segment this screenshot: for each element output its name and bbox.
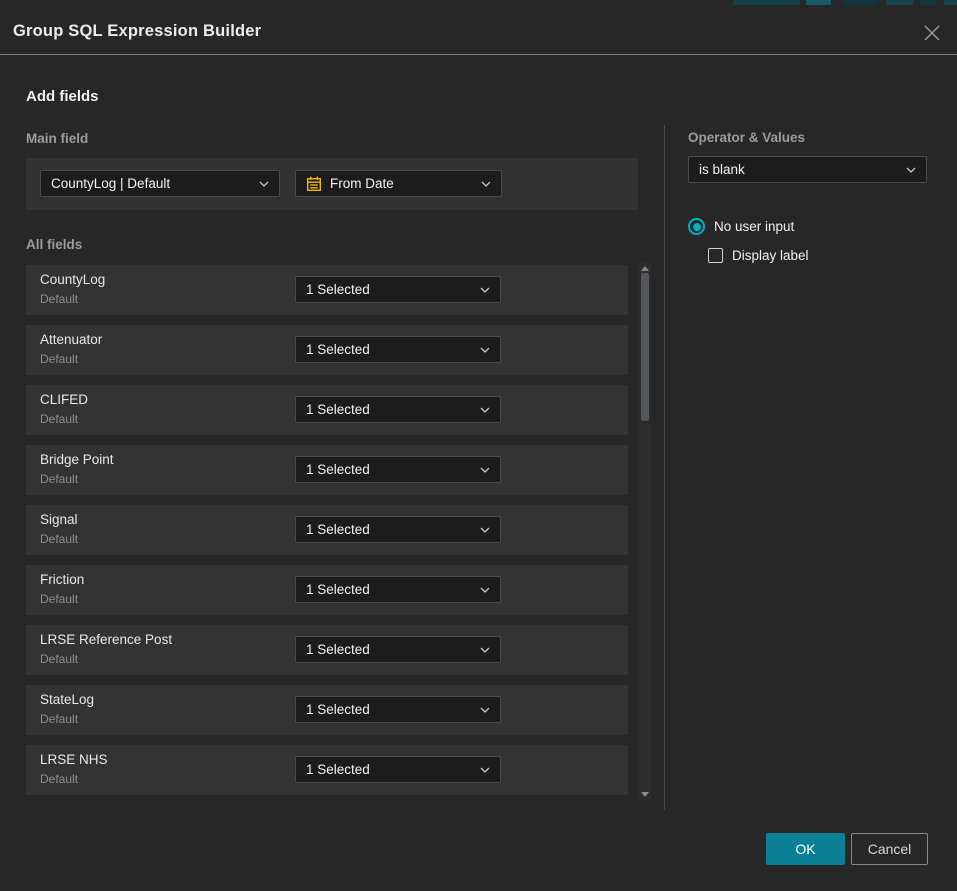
main-field-panel: CountyLog | Default From Date: [26, 158, 638, 210]
cancel-button[interactable]: Cancel: [851, 833, 928, 865]
no-user-input-label: No user input: [714, 219, 794, 234]
field-selected-dropdown[interactable]: 1 Selected: [295, 336, 501, 363]
field-selected-dropdown[interactable]: 1 Selected: [295, 696, 501, 723]
dialog-title: Group SQL Expression Builder: [13, 22, 261, 41]
field-sublabel: Default: [40, 592, 78, 606]
field-selected-dropdown[interactable]: 1 Selected: [295, 456, 501, 483]
field-selected-dropdown[interactable]: 1 Selected: [295, 636, 501, 663]
chevron-down-icon: [480, 707, 490, 713]
field-sublabel: Default: [40, 712, 78, 726]
layer-dropdown-value: CountyLog | Default: [51, 176, 170, 191]
close-button[interactable]: [918, 19, 946, 47]
scroll-up-icon[interactable]: [641, 266, 649, 271]
scroll-down-icon[interactable]: [641, 792, 649, 797]
chevron-down-icon: [259, 181, 269, 187]
display-label-checkbox[interactable]: Display label: [708, 248, 809, 263]
group-sql-expression-builder-dialog: Group SQL Expression Builder Add fields …: [0, 0, 957, 891]
operator-values-label: Operator & Values: [688, 130, 805, 145]
chevron-down-icon: [480, 347, 490, 353]
field-name: Signal: [40, 512, 78, 527]
chevron-down-icon: [480, 587, 490, 593]
field-row: StateLog Default 1 Selected: [26, 685, 628, 735]
operator-dropdown-value: is blank: [699, 162, 745, 177]
all-fields-label: All fields: [26, 237, 82, 252]
field-selected-dropdown[interactable]: 1 Selected: [295, 756, 501, 783]
operator-dropdown[interactable]: is blank: [688, 156, 927, 183]
close-icon: [922, 23, 942, 43]
field-sublabel: Default: [40, 652, 78, 666]
field-selected-value: 1 Selected: [306, 582, 370, 597]
field-sublabel: Default: [40, 472, 78, 486]
field-row: Friction Default 1 Selected: [26, 565, 628, 615]
field-selected-dropdown[interactable]: 1 Selected: [295, 516, 501, 543]
field-row: LRSE NHS Default 1 Selected: [26, 745, 628, 795]
field-selected-value: 1 Selected: [306, 282, 370, 297]
checkbox-unchecked-icon: [708, 248, 723, 263]
field-dropdown-value: From Date: [330, 176, 394, 191]
field-selected-value: 1 Selected: [306, 642, 370, 657]
field-dropdown[interactable]: From Date: [295, 170, 502, 197]
field-selected-value: 1 Selected: [306, 762, 370, 777]
field-selected-dropdown[interactable]: 1 Selected: [295, 396, 501, 423]
chevron-down-icon: [481, 181, 491, 187]
field-sublabel: Default: [40, 352, 78, 366]
field-sublabel: Default: [40, 532, 78, 546]
layer-dropdown[interactable]: CountyLog | Default: [40, 170, 280, 197]
field-sublabel: Default: [40, 292, 78, 306]
no-user-input-radio[interactable]: No user input: [688, 218, 794, 235]
field-name: CountyLog: [40, 272, 105, 287]
main-field-label: Main field: [26, 131, 88, 146]
radio-selected-icon: [688, 218, 705, 235]
chevron-down-icon: [480, 767, 490, 773]
field-selected-value: 1 Selected: [306, 402, 370, 417]
field-selected-dropdown[interactable]: 1 Selected: [295, 276, 501, 303]
field-selected-value: 1 Selected: [306, 462, 370, 477]
chevron-down-icon: [480, 407, 490, 413]
chevron-down-icon: [480, 287, 490, 293]
field-selected-value: 1 Selected: [306, 702, 370, 717]
chevron-down-icon: [480, 467, 490, 473]
titlebar-divider: [0, 54, 957, 55]
field-name: LRSE NHS: [40, 752, 108, 767]
field-row: Bridge Point Default 1 Selected: [26, 445, 628, 495]
field-name: Friction: [40, 572, 84, 587]
field-sublabel: Default: [40, 772, 78, 786]
field-name: Bridge Point: [40, 452, 114, 467]
panel-divider: [664, 125, 665, 810]
ok-button[interactable]: OK: [766, 833, 845, 865]
field-name: Attenuator: [40, 332, 102, 347]
field-row: CLIFED Default 1 Selected: [26, 385, 628, 435]
list-scrollbar[interactable]: [639, 263, 651, 800]
all-fields-list: CountyLog Default 1 Selected Attenuator Defa…: [26, 265, 628, 805]
field-name: StateLog: [40, 692, 94, 707]
field-selected-value: 1 Selected: [306, 342, 370, 357]
chevron-down-icon: [480, 527, 490, 533]
field-row: Attenuator Default 1 Selected: [26, 325, 628, 375]
chevron-down-icon: [480, 647, 490, 653]
field-selected-value: 1 Selected: [306, 522, 370, 537]
field-name: LRSE Reference Post: [40, 632, 172, 647]
calendar-icon: [306, 176, 322, 192]
chevron-down-icon: [906, 167, 916, 173]
dialog-titlebar: Group SQL Expression Builder: [0, 5, 957, 55]
add-fields-heading: Add fields: [26, 88, 99, 105]
field-row: LRSE Reference Post Default 1 Selected: [26, 625, 628, 675]
field-row: CountyLog Default 1 Selected: [26, 265, 628, 315]
scrollbar-thumb[interactable]: [641, 273, 649, 421]
field-row: Signal Default 1 Selected: [26, 505, 628, 555]
field-name: CLIFED: [40, 392, 88, 407]
display-label-label: Display label: [732, 248, 809, 263]
field-selected-dropdown[interactable]: 1 Selected: [295, 576, 501, 603]
field-sublabel: Default: [40, 412, 78, 426]
